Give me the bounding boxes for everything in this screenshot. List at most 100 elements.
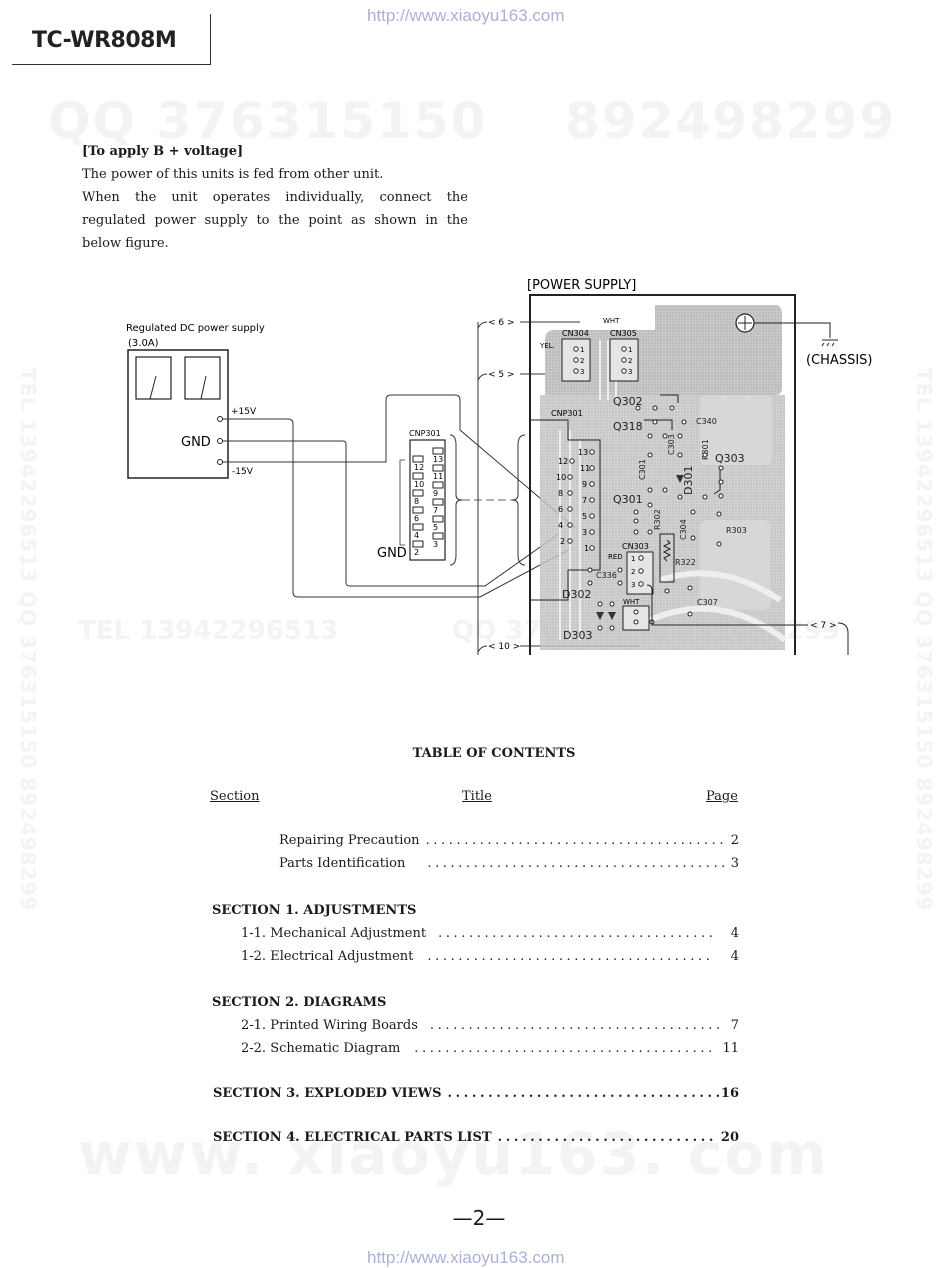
svg-text:5: 5 (582, 512, 587, 521)
connector-pin-label: 2 (414, 548, 419, 557)
cn303-label: CN303 (622, 542, 649, 551)
toc-entry[interactable]: 1-1. Mechanical Adjustment..............… (241, 926, 739, 941)
q303-label: Q303 (715, 452, 745, 465)
toc-col-title: Title (462, 789, 492, 804)
q301-label: Q301 (613, 493, 643, 506)
cn305-label: CN305 (610, 329, 637, 338)
footer-url-link[interactable]: http://www.xiaoyu163.com (367, 1248, 564, 1268)
wire-gnd (223, 440, 561, 587)
connector-pin-label: 9 (433, 489, 438, 498)
connector-pin-label: 4 (414, 531, 419, 540)
toc-col-page: Page (706, 789, 738, 804)
c301-label: C301 (638, 459, 647, 480)
c340-label: C340 (696, 417, 717, 426)
arrow-10: < 10 > (488, 642, 520, 652)
connector-pin (412, 489, 424, 497)
toc-entry-section[interactable]: SECTION 4. ELECTRICAL PARTS LIST........… (213, 1130, 739, 1145)
connector-pin-label: 6 (414, 514, 419, 523)
toc-entry[interactable]: 2-1. Printed Wiring Boards..............… (241, 1018, 739, 1033)
connector-pin (412, 506, 424, 514)
wht-label-2: WHT (623, 598, 640, 606)
minus-v-label: -15V (232, 467, 254, 477)
board-cnp301-label: CNP301 (551, 409, 583, 418)
connector-bridge (399, 459, 405, 546)
connector-pin-label: 8 (414, 497, 419, 506)
board-title: [POWER SUPPLY] (527, 278, 636, 293)
svg-text:10: 10 (556, 473, 566, 482)
svg-text:1: 1 (584, 544, 589, 553)
connector-pin-label: 7 (433, 506, 438, 515)
c303-label: C303 (667, 434, 676, 455)
svg-text:2: 2 (631, 568, 635, 576)
connector-pins-left: 12 10 8 6 4 2 (412, 455, 424, 557)
connector-pin (432, 498, 444, 506)
svg-text:11: 11 (580, 464, 590, 473)
gnd-label: GND (181, 435, 211, 450)
connector-pin-label: 10 (414, 480, 424, 489)
d303-label: D303 (563, 629, 592, 642)
connector-pin (432, 464, 444, 472)
toc-section-heading[interactable]: SECTION 1. ADJUSTMENTS (212, 903, 416, 918)
svg-text:3: 3 (631, 581, 635, 589)
svg-text:2: 2 (580, 357, 584, 365)
connector-pin (412, 455, 424, 463)
svg-text:4: 4 (558, 521, 563, 530)
connector-pin-label: 11 (433, 472, 443, 481)
yel-label: YEL. (539, 342, 555, 350)
psu-box (127, 349, 229, 479)
meter-volt-icon (135, 356, 172, 400)
connector-pin-label: 13 (433, 455, 443, 464)
r303-label: R303 (726, 526, 747, 535)
arrow-7: < 7 > (810, 621, 837, 631)
connector-pins-right: 13 11 9 7 5 3 (432, 447, 444, 549)
terminal-plus (217, 416, 223, 422)
svg-text:12: 12 (558, 457, 568, 466)
svg-text:8: 8 (558, 489, 563, 498)
terminal-minus (217, 459, 223, 465)
connector-label: CNP301 (409, 429, 441, 438)
plus-v-label: +15V (231, 407, 257, 417)
c336-label: C336 (596, 571, 617, 580)
connector-pin-label: 5 (433, 523, 438, 532)
toc-title: TABLE OF CONTENTS (412, 746, 576, 761)
connector-pin (412, 540, 424, 548)
toc-entry[interactable]: 2-2. Schematic Diagram..................… (241, 1041, 739, 1056)
arrow-6: < 6 > (488, 318, 515, 328)
red-label: RED (608, 553, 623, 561)
psu-current: (3.0A) (128, 338, 159, 349)
toc-section-heading[interactable]: SECTION 2. DIAGRAMS (212, 995, 386, 1010)
page-number: —2— (452, 1206, 506, 1230)
connector-pin (432, 532, 444, 540)
wiring-diagram: Regulated DC power supply (3.0A) +15V GN… (126, 278, 872, 655)
toc-entry[interactable]: Parts Identification....................… (279, 856, 739, 871)
connector-pin-label: 12 (414, 463, 424, 472)
psu-label: Regulated DC power supply (126, 323, 265, 334)
wire-plus (223, 418, 573, 598)
svg-text:2: 2 (560, 537, 565, 546)
q318-label: Q318 (613, 420, 643, 433)
svg-text:1: 1 (628, 346, 632, 354)
wire-minus (223, 394, 576, 529)
connector-gnd-label: GND (377, 546, 407, 561)
svg-text:6: 6 (558, 505, 563, 514)
toc-entry-section[interactable]: SECTION 3. EXPLODED VIEWS...............… (213, 1086, 739, 1101)
svg-text:1: 1 (580, 346, 584, 354)
ground-icon (821, 339, 838, 347)
svg-text:3: 3 (628, 368, 632, 376)
connector-pin (412, 472, 424, 480)
d301-label: D301 (682, 466, 695, 495)
svg-text:2: 2 (628, 357, 632, 365)
connector-pin-label: 3 (433, 540, 438, 549)
c307-label: C307 (697, 598, 718, 607)
svg-text:9: 9 (582, 480, 587, 489)
toc-entry[interactable]: Repairing Precaution....................… (279, 833, 739, 848)
r322-label: R322 (675, 558, 696, 567)
toc-entry[interactable]: 1-2. Electrical Adjustment..............… (241, 949, 739, 964)
svg-text:7: 7 (582, 496, 587, 505)
connector-pin (432, 481, 444, 489)
c304-label: C304 (679, 519, 688, 540)
r302-label: R302 (653, 509, 662, 530)
toc-col-section: Section (210, 789, 260, 804)
arrow-5: < 5 > (488, 370, 515, 380)
terminal-gnd (217, 438, 223, 444)
